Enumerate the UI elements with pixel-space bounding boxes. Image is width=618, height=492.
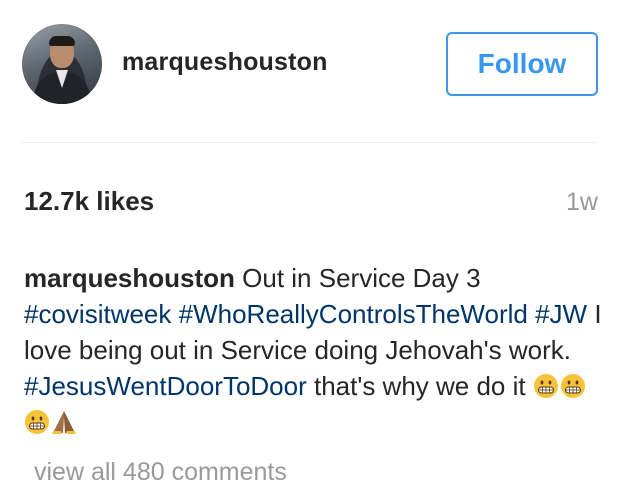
- caption-space: [528, 299, 535, 329]
- view-all-comments-link[interactable]: view all 480 comments: [34, 458, 287, 487]
- folded-hands-icon: [52, 411, 76, 434]
- caption-space: [171, 299, 178, 329]
- caption-text: that's why we do it: [306, 371, 533, 401]
- hashtag-link[interactable]: #JW: [535, 299, 587, 329]
- hashtag-link[interactable]: #JesusWentDoorToDoor: [24, 371, 307, 401]
- grimacing-face-icon: [560, 374, 585, 398]
- likes-count[interactable]: 12.7k likes: [24, 186, 154, 217]
- hashtag-link[interactable]: #covisitweek: [24, 299, 171, 329]
- caption-username[interactable]: marqueshouston: [24, 263, 235, 293]
- post-time[interactable]: 1w: [566, 188, 598, 217]
- caption-text: Out in Service Day 3: [234, 263, 481, 293]
- grimacing-face-icon: [25, 410, 49, 434]
- follow-button[interactable]: Follow: [446, 32, 598, 96]
- divider: [22, 142, 598, 143]
- avatar[interactable]: [22, 24, 102, 104]
- grimacing-face-icon: [533, 374, 558, 398]
- post-header: marqueshouston Follow: [0, 0, 618, 128]
- caption: marqueshouston Out in Service Day 3 #cov…: [24, 260, 604, 440]
- avatar-hair: [49, 36, 75, 46]
- hashtag-link[interactable]: #WhoReallyControlsTheWorld: [179, 299, 528, 329]
- username-link[interactable]: marqueshouston: [122, 48, 328, 77]
